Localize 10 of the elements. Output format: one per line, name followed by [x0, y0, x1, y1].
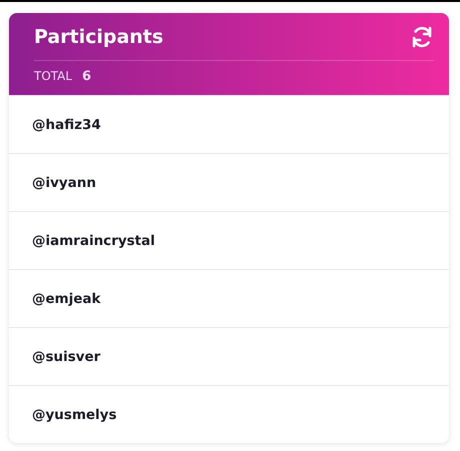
participant-item[interactable]: @suisver — [9, 327, 449, 385]
participant-item[interactable]: @emjeak — [9, 269, 449, 327]
card-title: Participants — [34, 26, 164, 48]
participant-item[interactable]: @hafiz34 — [9, 95, 449, 153]
refresh-icon[interactable] — [410, 25, 434, 49]
participant-item[interactable]: @iamraincrystal — [9, 211, 449, 269]
participant-item[interactable]: @ivyann — [9, 153, 449, 211]
total-label: TOTAL — [34, 69, 72, 83]
participant-item[interactable]: @yusmelys — [9, 385, 449, 443]
total-count: 6 — [82, 69, 92, 84]
